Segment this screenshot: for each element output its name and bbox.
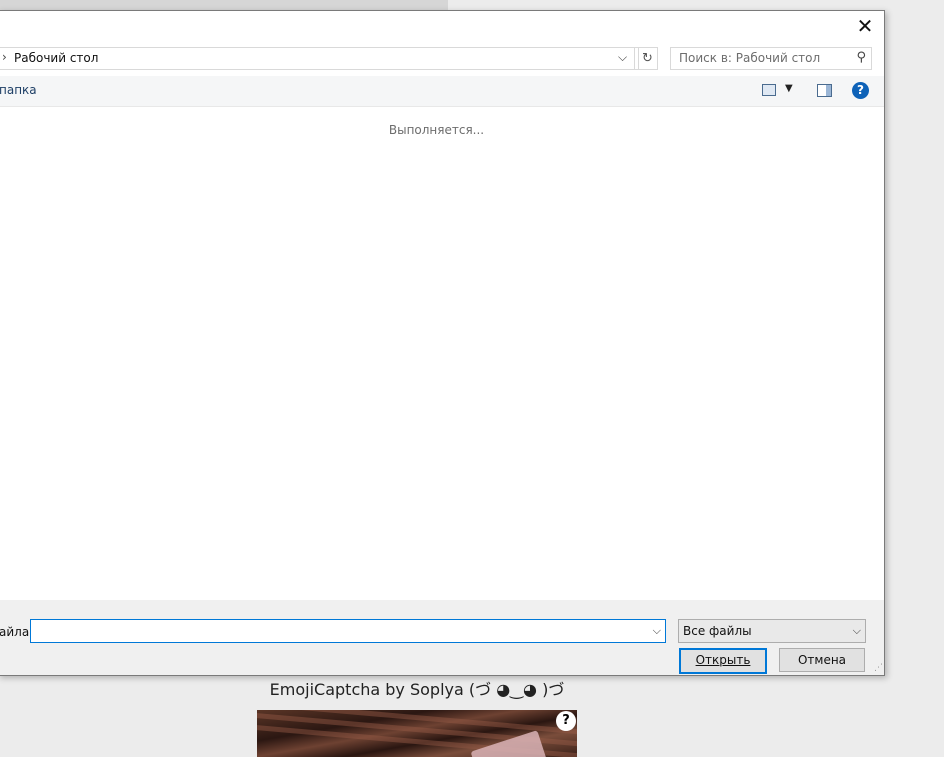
filename-field[interactable]: ⌵ — [30, 619, 666, 643]
filetype-dropdown-icon[interactable]: ⌵ — [853, 624, 861, 638]
view-options-dropdown-icon[interactable]: ▼ — [785, 83, 793, 94]
captcha-image[interactable] — [257, 710, 577, 757]
resize-grip-icon[interactable]: ⋰ — [874, 663, 883, 673]
background-page-strip — [0, 0, 448, 10]
filetype-select[interactable]: Все файлы ⌵ — [678, 619, 866, 643]
cancel-button[interactable]: Отмена — [779, 648, 865, 672]
breadcrumb-chevron-icon[interactable]: › — [2, 50, 7, 64]
address-path[interactable]: Рабочий стол — [14, 51, 98, 65]
captcha-title: EmojiCaptcha by Soplya (づ ◕‿◕ )づ — [269, 680, 565, 699]
close-button[interactable]: ✕ — [852, 15, 878, 37]
help-icon[interactable]: ? — [852, 82, 869, 99]
search-icon[interactable]: ⚲ — [856, 50, 866, 65]
loading-status: Выполняется... — [388, 123, 485, 137]
preview-pane-icon[interactable] — [817, 84, 832, 97]
change-view-icon[interactable] — [762, 84, 776, 96]
address-dropdown-icon[interactable]: ⌵ — [618, 50, 627, 65]
open-button[interactable]: Открыть — [679, 648, 767, 674]
search-placeholder: Поиск в: Рабочий стол — [679, 51, 821, 65]
filetype-value[interactable]: Все файлы — [683, 624, 752, 638]
refresh-button[interactable]: ↻ — [638, 47, 658, 70]
open-file-dialog: ✕ › Рабочий стол ⌵ ↻ Поиск в: Рабочий ст… — [0, 10, 885, 676]
command-toolbar: папка ▼ ? — [0, 76, 884, 107]
address-bar[interactable]: › Рабочий стол ⌵ — [0, 47, 639, 70]
new-folder-button[interactable]: папка — [0, 83, 37, 97]
captcha-help-button[interactable]: ? — [556, 711, 576, 731]
address-separator — [634, 48, 635, 69]
filename-dropdown-icon[interactable]: ⌵ — [653, 624, 661, 638]
search-input[interactable]: Поиск в: Рабочий стол ⚲ — [670, 47, 872, 70]
filename-label: айла: — [0, 625, 34, 639]
dialog-footer: айла: ⌵ Все файлы ⌵ Открыть Отмена ⋰ — [0, 600, 884, 675]
